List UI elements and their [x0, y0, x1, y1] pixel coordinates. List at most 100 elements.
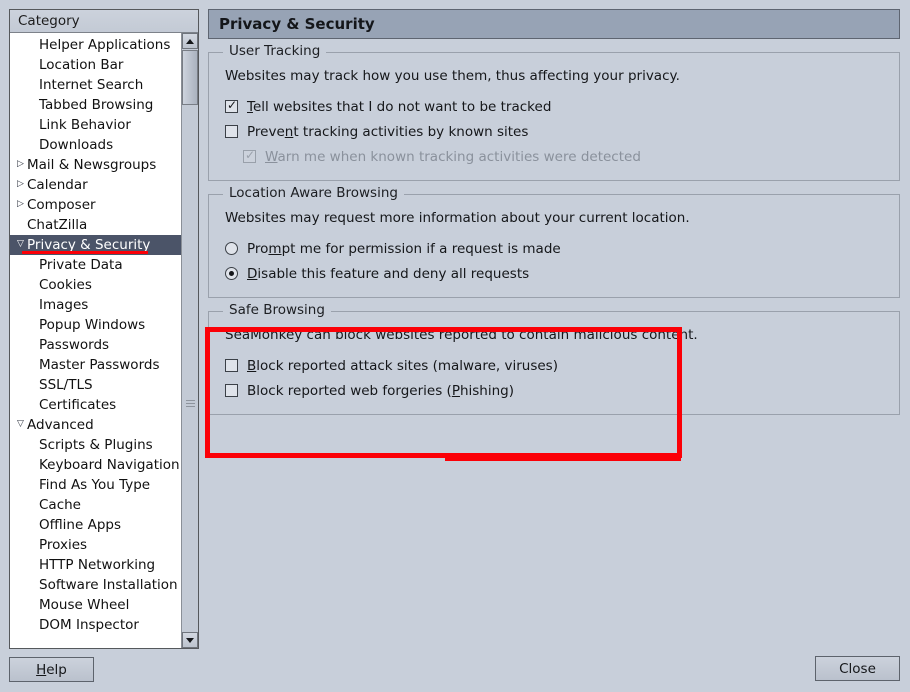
sidebar-item-label: Keyboard Navigation: [39, 457, 180, 473]
sidebar-item-label: Helper Applications: [39, 37, 171, 53]
sidebar-item-scripts-plugins[interactable]: Scripts & Plugins: [10, 435, 180, 455]
group-legend-safe-browsing: Safe Browsing: [223, 302, 331, 318]
sidebar-item-label: Calendar: [27, 177, 88, 193]
sidebar-item-tabbed-browsing[interactable]: Tabbed Browsing: [10, 95, 180, 115]
checkbox-block-attack-sites[interactable]: [225, 359, 238, 372]
sidebar-item-popup-windows[interactable]: Popup Windows: [10, 315, 180, 335]
sidebar-item-label: Internet Search: [39, 77, 144, 93]
sidebar-item-label: Proxies: [39, 537, 88, 553]
sidebar-item-label: Cache: [39, 497, 81, 513]
sidebar-item-label: Downloads: [39, 137, 114, 153]
sidebar-item-cache[interactable]: Cache: [10, 495, 180, 515]
option-label: Block reported attack sites (malware, vi…: [247, 357, 558, 374]
sidebar-item-offline-apps[interactable]: Offline Apps: [10, 515, 180, 535]
sidebar-item-label: SSL/TLS: [39, 377, 93, 393]
sidebar-item-private-data[interactable]: Private Data: [10, 255, 180, 275]
checkbox-prevent-tracking-known-sites[interactable]: [225, 125, 238, 138]
sidebar-item-label: Mail & Newsgroups: [27, 157, 157, 173]
sidebar-item-advanced[interactable]: ▽ Advanced: [10, 415, 180, 435]
sidebar-item-label: Scripts & Plugins: [39, 437, 153, 453]
sidebar-item-label: ChatZilla: [27, 217, 88, 233]
sidebar-item-label: Find As You Type: [39, 477, 151, 493]
close-button[interactable]: Close: [815, 656, 900, 681]
sidebar-item-location-bar[interactable]: Location Bar: [10, 55, 180, 75]
option-label: Block reported web forgeries (Phishing): [247, 382, 515, 399]
sidebar-item-label: Tabbed Browsing: [39, 97, 154, 113]
checkbox-warn-known-tracking-detected: ✓: [243, 148, 256, 163]
chevron-right-icon[interactable]: ▷: [14, 174, 27, 194]
option-label: Warn me when known tracking activities w…: [265, 148, 641, 165]
sidebar-item-label: Popup Windows: [39, 317, 146, 333]
sidebar-item-label: Images: [39, 297, 89, 313]
option-disable-and-deny[interactable]: Disable this feature and deny all reques…: [225, 261, 899, 286]
sidebar-header-label: Category: [10, 10, 198, 33]
group-user-tracking: User Tracking Websites may track how you…: [208, 43, 900, 181]
sidebar-item-label: DOM Inspector: [39, 617, 139, 633]
option-label: Disable this feature and deny all reques…: [247, 265, 530, 282]
sidebar-item-cookies[interactable]: Cookies: [10, 275, 180, 295]
sidebar-item-label: Advanced: [27, 417, 94, 433]
sidebar-item-software-installation[interactable]: Software Installation: [10, 575, 180, 595]
sidebar-item-label: Offline Apps: [39, 517, 121, 533]
sidebar-item-passwords[interactable]: Passwords: [10, 335, 180, 355]
user-tracking-description: Websites may track how you use them, thu…: [225, 68, 680, 84]
option-block-attack-sites[interactable]: Block reported attack sites (malware, vi…: [225, 353, 899, 378]
sidebar-item-master-passwords[interactable]: Master Passwords: [10, 355, 180, 375]
category-sidebar: Category Helper Applications Location Bar…: [9, 9, 199, 649]
option-warn-known-tracking-detected: ✓ Warn me when known tracking activities…: [225, 144, 899, 169]
sidebar-item-chatzilla[interactable]: ChatZilla: [10, 215, 180, 235]
scroll-up-arrow-icon[interactable]: [182, 33, 198, 49]
sidebar-item-dom-inspector[interactable]: DOM Inspector: [10, 615, 180, 635]
radio-prompt-for-permission[interactable]: [225, 242, 238, 255]
option-block-web-forgeries[interactable]: Block reported web forgeries (Phishing): [225, 378, 899, 403]
sidebar-item-mail-newsgroups[interactable]: ▷ Mail & Newsgroups: [10, 155, 180, 175]
option-label: Prevent tracking activities by known sit…: [247, 123, 529, 140]
checkbox-block-web-forgeries[interactable]: [225, 384, 238, 397]
sidebar-item-composer[interactable]: ▷ Composer: [10, 195, 180, 215]
sidebar-item-internet-search[interactable]: Internet Search: [10, 75, 180, 95]
sidebar-item-find-as-you-type[interactable]: Find As You Type: [10, 475, 180, 495]
sidebar-item-mouse-wheel[interactable]: Mouse Wheel: [10, 595, 180, 615]
sidebar-item-label: Master Passwords: [39, 357, 160, 373]
sidebar-item-label: Link Behavior: [39, 117, 131, 133]
sidebar-item-proxies[interactable]: Proxies: [10, 535, 180, 555]
sidebar-item-label: Composer: [27, 197, 96, 213]
sidebar-item-label: HTTP Networking: [39, 557, 156, 573]
category-tree-list: Helper Applications Location Bar Internet …: [10, 33, 185, 635]
preferences-main-panel: Privacy & Security User Tracking Website…: [208, 9, 900, 649]
chevron-right-icon[interactable]: ▷: [14, 194, 27, 214]
sidebar-item-keyboard-navigation[interactable]: Keyboard Navigation: [10, 455, 180, 475]
sidebar-item-label: Private Data: [39, 257, 123, 273]
sidebar-item-link-behavior[interactable]: Link Behavior: [10, 115, 180, 135]
sidebar-item-ssl-tls[interactable]: SSL/TLS: [10, 375, 180, 395]
sidebar-item-certificates[interactable]: Certificates: [10, 395, 180, 415]
sidebar-item-images[interactable]: Images: [10, 295, 180, 315]
checkbox-tell-websites-do-not-track[interactable]: ✓: [225, 99, 238, 113]
sidebar-item-label: Location Bar: [39, 57, 124, 73]
sidebar-item-label: Software Installation: [39, 577, 178, 593]
scrollbar-thumb[interactable]: [182, 50, 198, 105]
sidebar-item-calendar[interactable]: ▷ Calendar: [10, 175, 180, 195]
sidebar-item-label: Passwords: [39, 337, 110, 353]
location-aware-description: Websites may request more information ab…: [225, 210, 690, 226]
annotation-highlight-tail: [445, 457, 681, 461]
sidebar-item-helper-applications[interactable]: Helper Applications: [10, 35, 180, 55]
sidebar-scrollbar[interactable]: [181, 33, 198, 648]
group-legend-location-aware-browsing: Location Aware Browsing: [223, 185, 404, 201]
option-prompt-for-permission[interactable]: Prompt me for permission if a request is…: [225, 236, 899, 261]
help-button-label: Help: [36, 661, 67, 678]
option-tell-websites-do-not-track[interactable]: ✓ Tell websites that I do not want to be…: [225, 94, 899, 119]
annotation-underline-privacy-security: [22, 251, 148, 254]
chevron-down-icon[interactable]: ▽: [14, 414, 27, 434]
chevron-right-icon[interactable]: ▷: [14, 154, 27, 174]
group-location-aware-browsing: Location Aware Browsing Websites may req…: [208, 185, 900, 298]
category-tree[interactable]: Helper Applications Location Bar Internet …: [10, 33, 198, 648]
sidebar-item-label: Cookies: [39, 277, 92, 293]
group-safe-browsing: Safe Browsing SeaMonkey can block websit…: [208, 302, 900, 415]
option-prevent-tracking-known-sites[interactable]: Prevent tracking activities by known sit…: [225, 119, 899, 144]
sidebar-item-http-networking[interactable]: HTTP Networking: [10, 555, 180, 575]
scroll-down-arrow-icon[interactable]: [182, 632, 198, 648]
radio-disable-and-deny[interactable]: [225, 267, 238, 280]
help-button[interactable]: Help: [9, 657, 94, 682]
sidebar-item-downloads[interactable]: Downloads: [10, 135, 180, 155]
